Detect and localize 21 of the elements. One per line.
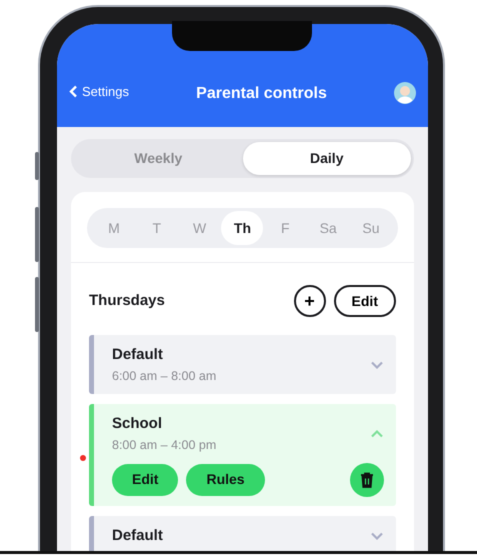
schedule-time: 6:00 am – 8:00 am <box>112 368 216 384</box>
add-button[interactable]: + <box>294 285 326 317</box>
back-label: Settings <box>82 83 129 101</box>
schedule-time: 8:00 am – 4:00 pm <box>112 436 216 454</box>
action-button[interactable]: Rules <box>186 464 265 496</box>
chevron-left-icon <box>69 85 78 98</box>
delete-button[interactable] <box>350 462 384 496</box>
section-title: Thursdays <box>89 290 165 311</box>
day-tab[interactable]: Th <box>221 211 264 245</box>
edit-button[interactable]: Edit <box>334 285 396 317</box>
action-button[interactable]: Edit <box>112 464 178 496</box>
schedule-name: School <box>112 414 164 434</box>
schedule-name: Default <box>112 345 164 365</box>
schedule-item[interactable]: Default <box>89 516 396 552</box>
view-tab[interactable]: Daily <box>242 142 411 175</box>
avatar-icon[interactable] <box>394 82 416 104</box>
schedule-item[interactable]: Default 6:00 am – 8:00 am <box>89 335 396 394</box>
screen-title: Parental controls <box>196 84 327 104</box>
schedule-name: Default <box>112 526 163 546</box>
back-link[interactable]: Settings <box>69 82 129 102</box>
trash-icon <box>360 472 374 488</box>
